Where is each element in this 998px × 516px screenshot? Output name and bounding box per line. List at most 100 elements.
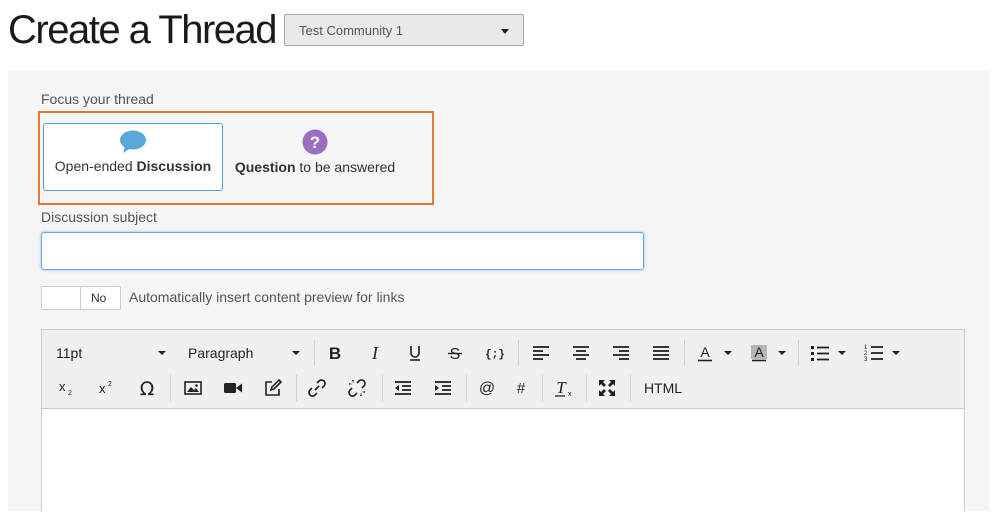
subject-input[interactable] [41, 232, 644, 270]
toolbar-divider [466, 375, 467, 401]
page-title: Create a Thread [8, 8, 278, 52]
hashtag-button[interactable]: # [508, 375, 534, 401]
indent-button[interactable] [430, 375, 456, 401]
align-left-button[interactable] [528, 340, 554, 366]
chevron-down-icon [838, 351, 846, 355]
toolbar-divider [518, 340, 519, 366]
font-size-select[interactable]: 11pt [50, 340, 172, 366]
svg-text:{;}: {;} [486, 349, 504, 360]
html-source-label: HTML [643, 380, 683, 396]
svg-text:3: 3 [864, 357, 868, 362]
svg-text:T: T [556, 379, 567, 397]
toolbar-divider [314, 340, 315, 366]
bullet-list-button[interactable] [806, 340, 850, 366]
question-option-suffix: to be answered [295, 159, 396, 175]
mention-button[interactable]: @ [474, 375, 500, 401]
omega-icon: Ω [140, 378, 155, 398]
chevron-down-icon [778, 351, 786, 355]
block-format-value: Paragraph [188, 345, 254, 361]
outdent-button[interactable] [390, 375, 416, 401]
align-right-icon [613, 346, 629, 360]
strikethrough-icon: S [448, 346, 462, 361]
toolbar-divider [586, 375, 587, 401]
align-center-icon [573, 346, 589, 360]
font-size-value: 11pt [56, 345, 83, 361]
insert-link-button[interactable] [304, 375, 330, 401]
italic-button[interactable]: I [362, 340, 388, 366]
toggle-state: No [91, 291, 107, 305]
fullscreen-icon [599, 380, 615, 396]
block-format-select[interactable]: Paragraph [182, 340, 306, 366]
preview-toggle-label: Automatically insert content preview for… [129, 289, 405, 305]
chevron-down-icon [501, 29, 509, 34]
toolbar-divider [684, 340, 685, 366]
chevron-down-icon [292, 351, 300, 355]
editor-content-area[interactable] [42, 409, 964, 511]
text-color-icon: A [698, 344, 712, 362]
underline-button[interactable] [402, 340, 428, 366]
chevron-down-icon [724, 351, 732, 355]
at-sign-icon: @ [479, 380, 495, 397]
chevron-down-icon [158, 351, 166, 355]
focus-options: Open-ended Discussion ? Question to be a… [38, 111, 434, 205]
image-icon [184, 381, 202, 395]
svg-text:x: x [568, 391, 572, 397]
numbered-list-button[interactable]: 123 [860, 340, 904, 366]
background-color-button[interactable]: A [746, 340, 790, 366]
video-camera-icon [224, 383, 242, 393]
toggle-knob[interactable] [42, 287, 81, 309]
hashtag-icon: # [517, 380, 526, 397]
discussion-option-bold: Discussion [136, 158, 212, 174]
align-center-button[interactable] [568, 340, 594, 366]
superscript-icon: x2 [99, 381, 112, 396]
question-option[interactable]: ? Question to be answered [225, 123, 405, 191]
svg-text:A: A [754, 344, 764, 360]
community-select[interactable]: Test Community 1 [284, 14, 524, 46]
svg-text:I: I [371, 345, 379, 361]
toolbar-divider [296, 375, 297, 401]
svg-text:Ω: Ω [140, 378, 155, 398]
subscript-button[interactable]: x2 [54, 375, 80, 401]
align-right-button[interactable] [608, 340, 634, 366]
special-character-button[interactable]: Ω [134, 375, 160, 401]
clear-formatting-icon: Tx [555, 379, 572, 397]
rich-text-editor: 11pt Paragraph B I S {;} A A 1 2 3 x 2 x… [41, 329, 965, 511]
page-header: Create a Thread in [8, 4, 297, 52]
svg-text:x: x [99, 381, 106, 396]
text-color-button[interactable]: A [692, 340, 736, 366]
code-button[interactable]: {;} [482, 340, 508, 366]
svg-text:2: 2 [108, 381, 112, 388]
align-justify-button[interactable] [648, 340, 674, 366]
toolbar-divider [170, 375, 171, 401]
strikethrough-button[interactable]: S [442, 340, 468, 366]
toolbar-divider [798, 340, 799, 366]
remove-link-button[interactable] [344, 375, 370, 401]
toolbar-divider [382, 375, 383, 401]
discussion-option[interactable]: Open-ended Discussion [43, 123, 223, 191]
underline-icon [410, 346, 420, 361]
edit-embed-button[interactable] [260, 375, 286, 401]
superscript-button[interactable]: x2 [94, 375, 120, 401]
clear-formatting-button[interactable]: Tx [550, 375, 576, 401]
svg-text:?: ? [310, 133, 320, 152]
fullscreen-button[interactable] [594, 375, 620, 401]
editor-toolbar: 11pt Paragraph B I S {;} A A 1 2 3 x 2 x… [42, 330, 964, 409]
svg-text:x: x [59, 380, 66, 394]
code-icon: {;} [486, 349, 504, 360]
focus-label: Focus your thread [41, 91, 154, 107]
italic-icon: I [371, 345, 379, 361]
insert-image-button[interactable] [180, 375, 206, 401]
bold-button[interactable]: B [322, 340, 348, 366]
background-color-icon: A [751, 344, 767, 362]
link-icon [308, 379, 326, 397]
edit-icon [265, 379, 282, 396]
discussion-option-prefix: Open-ended [54, 158, 137, 174]
insert-video-button[interactable] [220, 375, 246, 401]
unlink-icon [348, 379, 366, 397]
html-source-button[interactable]: HTML [638, 375, 688, 401]
svg-text:#: # [517, 380, 526, 397]
svg-text:A: A [700, 344, 710, 360]
bold-icon: B [329, 345, 341, 361]
preview-toggle[interactable]: No [41, 286, 121, 310]
bullet-list-icon [811, 346, 829, 361]
